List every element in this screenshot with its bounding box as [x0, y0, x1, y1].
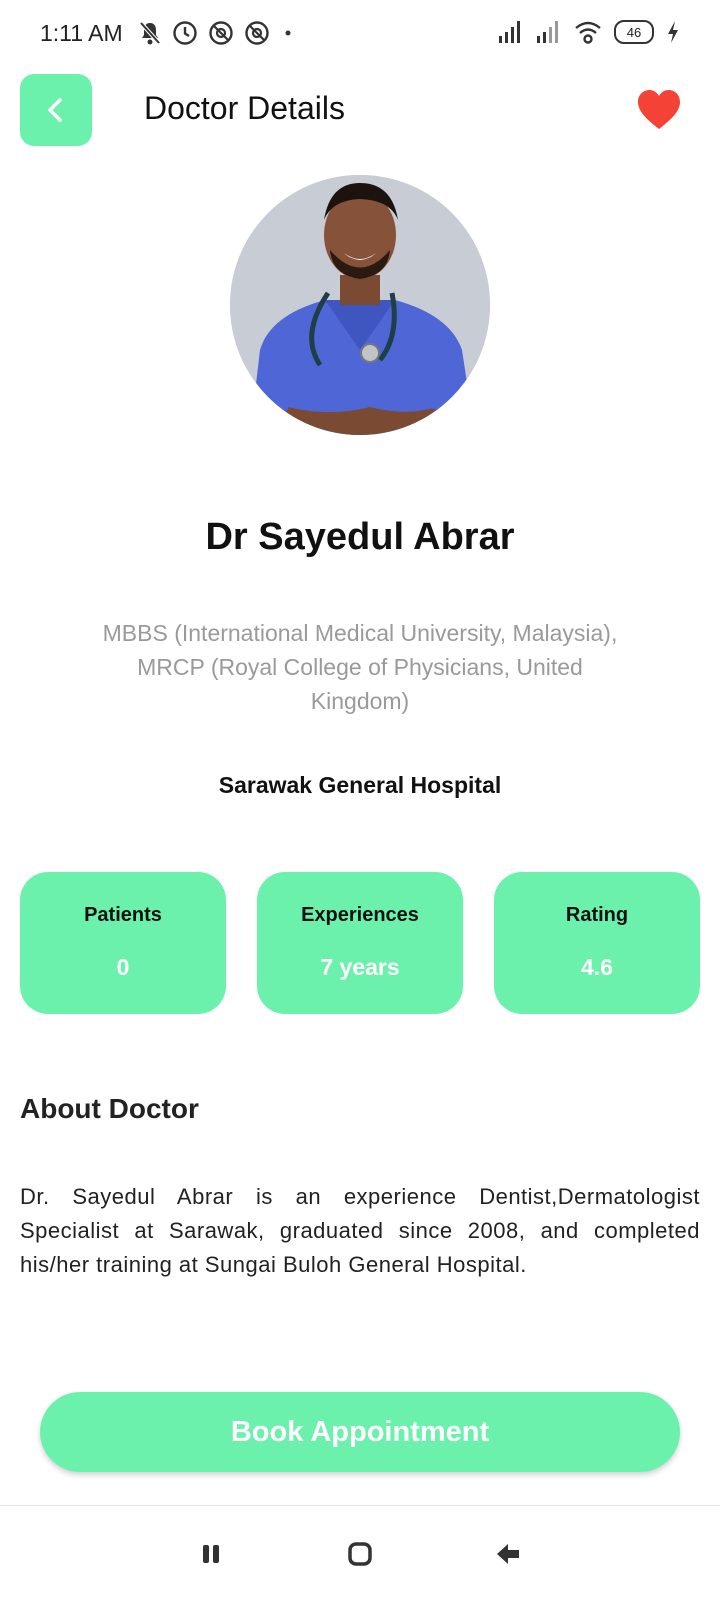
stat-value: 7 years [320, 954, 400, 980]
recents-button[interactable] [193, 1536, 229, 1572]
mute-icon [139, 21, 161, 45]
about-text: Dr. Sayedul Abrar is an experience Denti… [20, 1184, 700, 1277]
doctor-qualification: MBBS (International Medical University, … [102, 620, 618, 714]
status-icons-left [138, 20, 296, 46]
stat-label: Rating [565, 904, 629, 926]
heart-icon[interactable] [636, 89, 682, 131]
stat-label: Patients [84, 904, 162, 926]
do-not-disturb-icon [209, 21, 233, 45]
back-button[interactable] [20, 74, 92, 146]
doctor-photo [230, 175, 490, 435]
alarm-icon [173, 21, 197, 45]
battery-icon: 46 [614, 20, 654, 44]
book-appointment-button[interactable]: Book Appointment [40, 1392, 680, 1472]
chevron-left-icon [48, 98, 62, 122]
signal-icon [499, 21, 520, 43]
stat-value: 0 [116, 954, 130, 980]
recents-icon [203, 1545, 219, 1563]
status-icons-right: 46 [498, 19, 680, 45]
stat-label: Experiences [301, 904, 419, 926]
stat-card-patients: Patients 0 [20, 872, 226, 1014]
battery-level: 46 [626, 24, 642, 40]
wifi-icon [575, 21, 601, 44]
doctor-hospital: Sarawak General Hospital [218, 772, 502, 798]
charging-icon [668, 21, 678, 43]
stat-card-rating: Rating 4.6 [494, 872, 700, 1014]
home-button[interactable] [342, 1536, 378, 1572]
system-nav-bar [0, 1506, 720, 1600]
status-bar: 1:11 AM 46 [0, 0, 720, 70]
doctor-name: Dr Sayedul Abrar [205, 516, 515, 558]
page-title: Doctor Details [144, 90, 345, 126]
home-icon [348, 1542, 372, 1566]
stat-card-experiences: Experiences 7 years [257, 872, 463, 1014]
doctor-avatar [230, 175, 490, 435]
signal-icon [537, 21, 558, 43]
about-title: About Doctor [20, 1093, 199, 1124]
do-not-disturb-icon [245, 21, 269, 45]
status-time: 1:11 AM [40, 20, 123, 46]
dot-icon [285, 30, 291, 36]
stat-value: 4.6 [581, 954, 613, 980]
back-nav-button[interactable] [490, 1536, 526, 1572]
back-arrow-icon [497, 1544, 519, 1564]
